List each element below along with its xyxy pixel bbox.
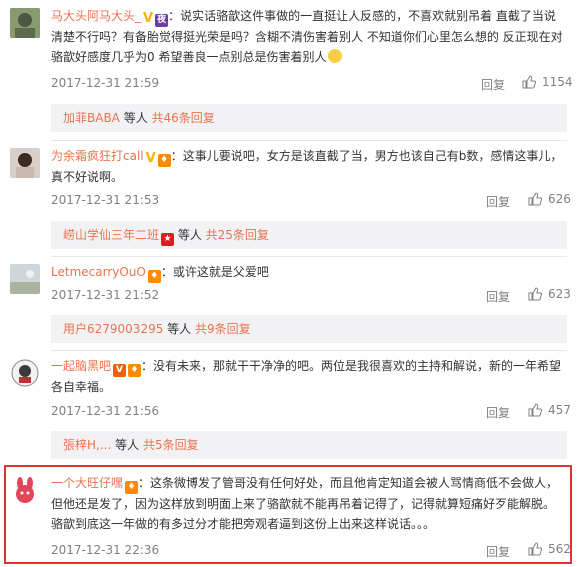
emoji-icon: [328, 49, 343, 63]
vip-badge-icon: ♦: [128, 364, 142, 377]
reply-button[interactable]: 回复: [486, 288, 510, 305]
view-replies-link[interactable]: 共5条回复: [143, 438, 199, 452]
like-button[interactable]: 562: [528, 542, 571, 556]
sub-replies-bar[interactable]: 加菲BABA 等人 共46条回复: [51, 104, 567, 132]
view-replies-link[interactable]: 共25条回复: [206, 228, 269, 242]
verified-icon: V: [143, 11, 154, 26]
comment-username[interactable]: 为余霜疯狂打call: [51, 149, 144, 163]
like-count: 626: [548, 192, 571, 206]
comment-text: 或许这就是父爱吧: [172, 265, 269, 279]
sub-replies-bar[interactable]: 用户6279003295 等人 共9条回复: [51, 315, 567, 343]
comment-username[interactable]: 一起脑黑吧: [51, 359, 111, 373]
divider: [51, 140, 567, 141]
like-count: 1154: [542, 75, 573, 89]
avatar[interactable]: [10, 264, 40, 294]
sub-reply-user[interactable]: 加菲BABA: [63, 111, 120, 125]
verified-icon: V: [145, 151, 156, 166]
comment-username[interactable]: LetmecarryOuO: [51, 265, 146, 279]
like-button[interactable]: 623: [528, 287, 571, 301]
comment-time: 2017-12-31 21:53: [51, 193, 160, 207]
like-button[interactable]: 457: [528, 403, 571, 417]
like-button[interactable]: 1154: [522, 75, 573, 89]
verified-red-icon: V: [113, 364, 127, 377]
sub-reply-user[interactable]: 張梓H,...: [63, 438, 111, 452]
vip-badge-icon: ♦: [125, 481, 139, 494]
thumbs-up-icon: [528, 403, 542, 417]
divider: [51, 350, 567, 351]
like-count: 623: [548, 287, 571, 301]
member-badge-icon: 夜: [155, 14, 169, 27]
avatar[interactable]: [10, 8, 40, 38]
like-count: 562: [548, 542, 571, 556]
thumbs-up-icon: [528, 542, 542, 556]
view-replies-link[interactable]: 共9条回复: [195, 322, 251, 336]
comment-username[interactable]: 一个大旺仔嘿: [51, 476, 123, 490]
comment-time: 2017-12-31 21:56: [51, 404, 160, 418]
comment-time: 2017-12-31 21:59: [51, 76, 160, 90]
sub-replies-bar[interactable]: 張梓H,... 等人 共5条回复: [51, 431, 567, 459]
reply-button[interactable]: 回复: [486, 404, 510, 421]
sub-reply-user[interactable]: 崂山学仙三年二班: [63, 228, 159, 242]
avatar[interactable]: [10, 148, 40, 178]
sub-reply-user[interactable]: 用户6279003295: [63, 322, 163, 336]
star-badge-icon: ★: [161, 233, 175, 246]
avatar[interactable]: [10, 358, 40, 388]
comment-time: 2017-12-31 22:36: [51, 543, 160, 557]
thumbs-up-icon: [522, 75, 536, 89]
like-count: 457: [548, 403, 571, 417]
divider: [51, 256, 567, 257]
reply-button[interactable]: 回复: [481, 76, 505, 93]
reply-button[interactable]: 回复: [486, 543, 510, 560]
sub-replies-bar[interactable]: 崂山学仙三年二班 ★ 等人 共25条回复: [51, 221, 567, 249]
thumbs-up-icon: [528, 192, 542, 206]
vip-badge-icon: ♦: [147, 270, 161, 283]
view-replies-link[interactable]: 共46条回复: [152, 111, 215, 125]
like-button[interactable]: 626: [528, 192, 571, 206]
thumbs-up-icon: [528, 287, 542, 301]
comment-username[interactable]: 马大头阿马大头_: [51, 9, 141, 23]
reply-button[interactable]: 回复: [486, 193, 510, 210]
avatar[interactable]: [10, 476, 40, 506]
comment-time: 2017-12-31 21:52: [51, 288, 160, 302]
vip-badge-icon: ♦: [157, 154, 171, 167]
